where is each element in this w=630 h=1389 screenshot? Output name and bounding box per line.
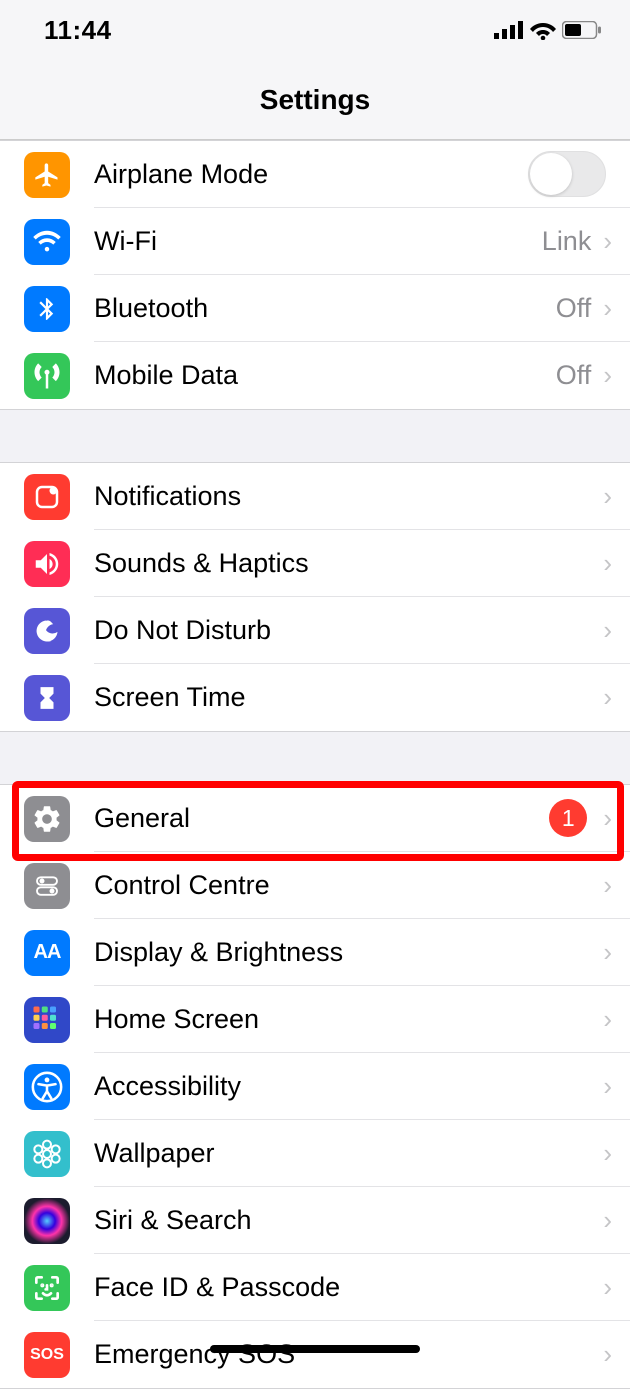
accessibility-row[interactable]: Accessibility› (0, 1053, 630, 1120)
flower-icon (24, 1131, 70, 1177)
status-time: 11:44 (44, 15, 112, 46)
control-centre-label: Control Centre (94, 870, 603, 901)
bluetooth-icon (24, 286, 70, 332)
wifi-icon (24, 219, 70, 265)
moon-icon (24, 608, 70, 654)
chevron-icon: › (603, 870, 612, 901)
chevron-icon: › (603, 1205, 612, 1236)
general-label: General (94, 803, 549, 834)
chevron-icon: › (603, 1138, 612, 1169)
dnd-label: Do Not Disturb (94, 615, 603, 646)
home-screen-row[interactable]: Home Screen› (0, 986, 630, 1053)
sos-row[interactable]: SOS Emergency SOS› (0, 1321, 630, 1388)
sounds-row[interactable]: Sounds & Haptics› (0, 530, 630, 597)
screen-time-label: Screen Time (94, 682, 603, 713)
sos-label: Emergency SOS (94, 1339, 603, 1370)
cellular-icon (494, 21, 524, 39)
chevron-icon: › (603, 1071, 612, 1102)
chevron-icon: › (603, 1272, 612, 1303)
mobile-data-row[interactable]: Mobile Data Off › (0, 342, 630, 409)
accessibility-label: Accessibility (94, 1071, 603, 1102)
general-badge: 1 (549, 799, 587, 837)
gear-icon (24, 796, 70, 842)
chevron-icon: › (603, 682, 612, 713)
accessibility-icon (24, 1064, 70, 1110)
chevron-icon: › (603, 293, 612, 324)
general-row[interactable]: General 1 › (0, 785, 630, 852)
siri-icon (24, 1198, 70, 1244)
chevron-icon: › (603, 481, 612, 512)
faceid-icon (24, 1265, 70, 1311)
switches-icon (24, 863, 70, 909)
bluetooth-value: Off (556, 293, 592, 324)
wallpaper-label: Wallpaper (94, 1138, 603, 1169)
aa-icon: AA (24, 930, 70, 976)
airplane-icon (24, 152, 70, 198)
grid-icon (24, 997, 70, 1043)
notifications-icon (24, 474, 70, 520)
notifications-label: Notifications (94, 481, 603, 512)
chevron-icon: › (603, 615, 612, 646)
chevron-icon: › (603, 1004, 612, 1035)
chevron-icon: › (603, 548, 612, 579)
antenna-icon (24, 353, 70, 399)
siri-row[interactable]: Siri & Search› (0, 1187, 630, 1254)
page-title: Settings (260, 84, 370, 116)
mobile-data-label: Mobile Data (94, 360, 556, 391)
bluetooth-label: Bluetooth (94, 293, 556, 324)
wifi-row[interactable]: Wi-Fi Link › (0, 208, 630, 275)
settings-group-alerts: Notifications› Sounds & Haptics› Do Not … (0, 462, 630, 732)
chevron-icon: › (603, 1339, 612, 1370)
home-screen-label: Home Screen (94, 1004, 603, 1035)
chevron-icon: › (603, 937, 612, 968)
hourglass-icon (24, 675, 70, 721)
home-indicator[interactable] (210, 1345, 420, 1353)
faceid-label: Face ID & Passcode (94, 1272, 603, 1303)
bluetooth-row[interactable]: Bluetooth Off › (0, 275, 630, 342)
sounds-label: Sounds & Haptics (94, 548, 603, 579)
battery-icon (562, 21, 602, 39)
airplane-mode-toggle[interactable] (528, 151, 606, 197)
mobile-data-value: Off (556, 360, 592, 391)
control-centre-row[interactable]: Control Centre› (0, 852, 630, 919)
sos-icon: SOS (24, 1332, 70, 1378)
chevron-icon: › (603, 803, 612, 834)
airplane-mode-label: Airplane Mode (94, 159, 528, 190)
faceid-row[interactable]: Face ID & Passcode› (0, 1254, 630, 1321)
dnd-row[interactable]: Do Not Disturb› (0, 597, 630, 664)
header: Settings (0, 60, 630, 140)
status-bar: 11:44 (0, 0, 630, 60)
notifications-row[interactable]: Notifications› (0, 463, 630, 530)
airplane-mode-row[interactable]: Airplane Mode (0, 141, 630, 208)
sounds-icon (24, 541, 70, 587)
status-icons (494, 20, 602, 40)
chevron-icon: › (603, 360, 612, 391)
screen-time-row[interactable]: Screen Time› (0, 664, 630, 731)
settings-group-system: General 1 › Control Centre› AA Display &… (0, 784, 630, 1389)
display-row[interactable]: AA Display & Brightness› (0, 919, 630, 986)
chevron-icon: › (603, 226, 612, 257)
wifi-value: Link (542, 226, 592, 257)
wifi-label: Wi-Fi (94, 226, 542, 257)
wifi-status-icon (530, 20, 556, 40)
wallpaper-row[interactable]: Wallpaper› (0, 1120, 630, 1187)
settings-group-connectivity: Airplane Mode Wi-Fi Link › Bluetooth Off… (0, 140, 630, 410)
display-label: Display & Brightness (94, 937, 603, 968)
siri-label: Siri & Search (94, 1205, 603, 1236)
